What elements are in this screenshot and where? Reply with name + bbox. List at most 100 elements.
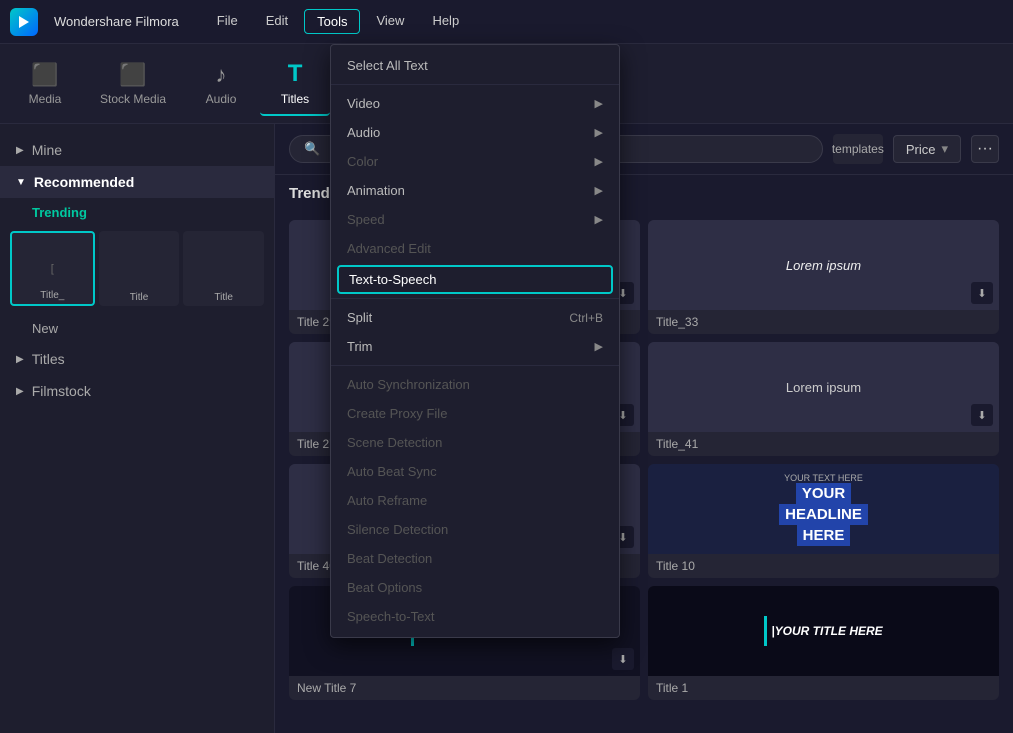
menu-speech-to-text: Speech-to-Text <box>331 602 619 631</box>
titles-icon: T <box>288 60 303 88</box>
sidebar-item-filmstock[interactable]: ▶ Filmstock <box>0 375 274 407</box>
sidebar-item-mine[interactable]: ▶ Mine <box>0 134 274 166</box>
trending-card-1[interactable]: [ Title_ <box>10 231 95 306</box>
toolbar-media[interactable]: ⬛ Media <box>10 54 80 114</box>
menu-create-proxy: Create Proxy File <box>331 399 619 428</box>
thumb-title1: |YOUR TITLE HERE <box>648 586 999 676</box>
stock-media-icon: ⬛ <box>119 62 146 88</box>
toolbar-stock-media[interactable]: ⬛ Stock Media <box>84 54 182 114</box>
label-title33: Title_33 <box>648 310 999 334</box>
dropdown-arrow-icon: ▾ <box>941 141 948 157</box>
menu-video[interactable]: Video ▶ <box>331 89 619 118</box>
sidebar-recommended-label: Recommended <box>34 174 134 190</box>
more-options-button[interactable]: ··· <box>971 135 999 163</box>
menu-split[interactable]: Split Ctrl+B <box>331 303 619 332</box>
menu-beat-options: Beat Options <box>331 573 619 602</box>
arrow-color-icon: ▶ <box>595 155 603 168</box>
arrow-animation-icon: ▶ <box>595 184 603 197</box>
thumb-title10-headline: YOUR <box>796 483 851 504</box>
sidebar-item-titles[interactable]: ▶ Titles <box>0 343 274 375</box>
download-btn-newtitle7[interactable]: ⬇ <box>612 648 634 670</box>
toolbar-media-label: Media <box>29 92 62 106</box>
sidebar-new-label: New <box>32 321 58 336</box>
trending-card-1-text: [ <box>51 263 54 275</box>
thumb-title33: Lorem ipsum ⬇ <box>648 220 999 310</box>
thumb-title10-headline2: HEADLINE <box>779 504 868 525</box>
menu-help[interactable]: Help <box>420 9 471 34</box>
sidebar-titles-label: Titles <box>32 351 65 367</box>
sidebar-item-trending[interactable]: Trending <box>0 198 274 227</box>
thumb-title41: Lorem ipsum ⬇ <box>648 342 999 432</box>
divider-1 <box>331 84 619 85</box>
menu-audio[interactable]: Audio ▶ <box>331 118 619 147</box>
menubar: File Edit Tools View Help <box>205 9 471 34</box>
arrow-recommended-icon: ▼ <box>16 177 26 188</box>
toolbar-audio[interactable]: ♪ Audio <box>186 54 256 114</box>
menu-view[interactable]: View <box>364 9 416 34</box>
menu-tools[interactable]: Tools <box>304 9 360 34</box>
trending-card-3[interactable]: Title <box>183 231 264 306</box>
shortcut-split: Ctrl+B <box>569 311 603 325</box>
trending-card-2[interactable]: Title <box>99 231 180 306</box>
template-card-title33[interactable]: Lorem ipsum ⬇ Title_33 <box>648 220 999 334</box>
arrow-speed-icon: ▶ <box>595 213 603 226</box>
label-title10: Title 10 <box>648 554 999 578</box>
menu-speed: Speed ▶ <box>331 205 619 234</box>
sidebar-item-recommended[interactable]: ▼ Recommended <box>0 166 274 198</box>
menu-animation[interactable]: Animation ▶ <box>331 176 619 205</box>
more-icon: ··· <box>977 140 993 158</box>
sidebar-item-new[interactable]: New <box>0 314 274 343</box>
trending-row-1: [ Title_ Title Title <box>10 231 264 306</box>
sidebar-filmstock-label: Filmstock <box>32 383 91 399</box>
divider-2 <box>331 298 619 299</box>
templates-tab[interactable]: templates <box>833 134 883 164</box>
template-card-title10[interactable]: YOUR TEXT HERE YOUR HEADLINE HERE Title … <box>648 464 999 578</box>
app-name: Wondershare Filmora <box>54 14 179 29</box>
thumb-title10-small: YOUR TEXT HERE <box>784 473 863 483</box>
sidebar-trending-label: Trending <box>32 205 87 220</box>
label-title1: Title 1 <box>648 676 999 700</box>
price-label: Price <box>906 142 936 157</box>
menu-scene-detection: Scene Detection <box>331 428 619 457</box>
toolbar-titles-label: Titles <box>281 92 309 106</box>
sidebar: ▶ Mine ▼ Recommended Trending [ Title_ T… <box>0 124 275 733</box>
templates-tab-label: templates <box>832 142 884 156</box>
thumb-text-title41: Lorem ipsum <box>786 380 861 395</box>
divider-3 <box>331 365 619 366</box>
download-btn-title41[interactable]: ⬇ <box>971 404 993 426</box>
toolbar-audio-label: Audio <box>206 92 237 106</box>
toolbar-stock-label: Stock Media <box>100 92 166 106</box>
template-card-title1[interactable]: |YOUR TITLE HERE Title 1 <box>648 586 999 700</box>
thumb-title10: YOUR TEXT HERE YOUR HEADLINE HERE <box>648 464 999 554</box>
trending-label-2: Title <box>99 292 180 303</box>
template-card-title41[interactable]: Lorem ipsum ⬇ Title_41 <box>648 342 999 456</box>
thumb-text-title1: |YOUR TITLE HERE <box>771 624 882 638</box>
menu-select-all-text[interactable]: Select All Text <box>331 51 619 80</box>
tools-dropdown: Select All Text Video ▶ Audio ▶ Color ▶ … <box>330 44 620 638</box>
menu-file[interactable]: File <box>205 9 250 34</box>
titlebar: Wondershare Filmora File Edit Tools View… <box>0 0 1013 44</box>
menu-beat-detection: Beat Detection <box>331 544 619 573</box>
app-logo <box>10 8 38 36</box>
download-btn-title33[interactable]: ⬇ <box>971 282 993 304</box>
arrow-audio-icon: ▶ <box>595 126 603 139</box>
arrow-trim-icon: ▶ <box>595 340 603 353</box>
menu-trim[interactable]: Trim ▶ <box>331 332 619 361</box>
menu-edit[interactable]: Edit <box>254 9 300 34</box>
price-dropdown[interactable]: Price ▾ <box>893 135 961 163</box>
menu-color: Color ▶ <box>331 147 619 176</box>
menu-auto-sync: Auto Synchronization <box>331 370 619 399</box>
label-title41: Title_41 <box>648 432 999 456</box>
trending-label-1: Title_ <box>12 290 93 301</box>
thumb-text-title33: Lorem ipsum <box>786 258 861 273</box>
trending-label-3: Title <box>183 292 264 303</box>
arrow-video-icon: ▶ <box>595 97 603 110</box>
arrow-mine-icon: ▶ <box>16 145 24 156</box>
thumb-title10-headline3: HERE <box>797 525 851 546</box>
trending-preview-area: [ Title_ Title Title <box>0 227 274 314</box>
media-icon: ⬛ <box>31 62 58 88</box>
search-icon: 🔍 <box>304 141 320 157</box>
sidebar-mine-label: Mine <box>32 142 62 158</box>
toolbar-titles[interactable]: T Titles <box>260 52 330 116</box>
menu-text-to-speech[interactable]: Text-to-Speech <box>337 265 613 294</box>
